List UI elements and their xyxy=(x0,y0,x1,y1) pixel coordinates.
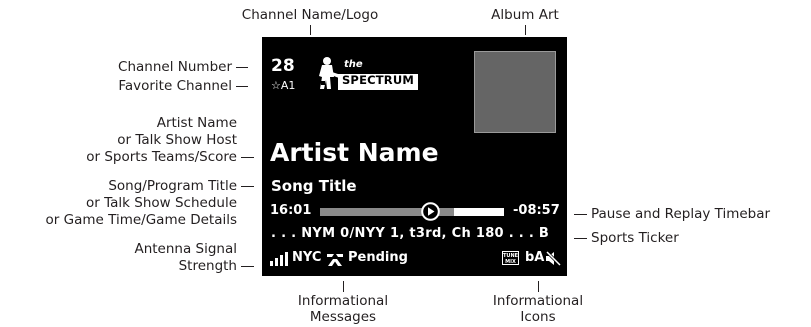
callout-artist-l2: or Talk Show Host xyxy=(117,132,237,148)
antenna-signal-icon xyxy=(270,252,288,266)
callout-ticker: Sports Ticker xyxy=(591,230,679,246)
leader-info-messages xyxy=(343,281,344,292)
leader-song xyxy=(241,186,254,187)
callout-favorite-channel: Favorite Channel xyxy=(118,78,232,94)
callout-channel-number: Channel Number xyxy=(118,59,232,75)
time-elapsed: 16:01 xyxy=(270,203,312,218)
city-label: NYC xyxy=(292,250,322,265)
leader-antenna xyxy=(241,266,254,267)
callout-antenna-l2: Strength xyxy=(178,258,237,274)
callout-info-messages-l1: Informational xyxy=(297,293,389,309)
callout-song-l2: or Talk Show Schedule xyxy=(86,195,237,211)
logo-name: SPECTRUM xyxy=(341,73,415,87)
time-remaining: -08:57 xyxy=(513,203,560,218)
callout-song-l1: Song/Program Title xyxy=(108,178,237,194)
leader-timebar xyxy=(574,214,587,215)
callout-timebar: Pause and Replay Timebar xyxy=(591,206,771,222)
song-title: Song Title xyxy=(271,177,357,195)
leader-channel-number xyxy=(236,67,248,68)
callout-artist-l1: Artist Name xyxy=(156,115,237,131)
timebar-buffer[interactable] xyxy=(454,208,504,216)
leader-info-icons xyxy=(538,281,539,292)
callout-channel-logo: Channel Name/Logo xyxy=(241,7,379,23)
callout-antenna-l1: Antenna Signal xyxy=(134,241,237,257)
callout-album-art: Album Art xyxy=(491,7,559,23)
callout-info-icons-l1: Informational xyxy=(492,293,584,309)
status-message: Pending xyxy=(348,250,408,265)
favorite-channel: ☆A1 xyxy=(271,79,296,92)
channel-number: 28 xyxy=(271,56,295,76)
play-icon[interactable] xyxy=(421,202,440,221)
leader-ticker xyxy=(574,238,587,239)
callout-info-icons-l2: Icons xyxy=(520,309,556,325)
logo-the: the xyxy=(344,59,363,70)
artist-name: Artist Name xyxy=(270,138,439,167)
leader-artist xyxy=(241,157,254,158)
callout-info-messages-l2: Messages xyxy=(309,309,377,325)
mute-speaker-icon xyxy=(545,251,561,266)
tunemix-icon: TUNE MIX xyxy=(502,251,519,265)
callout-song-l3: or Game Time/Game Details xyxy=(45,212,237,228)
leader-album-art xyxy=(525,25,526,35)
leader-favorite-channel xyxy=(236,86,248,87)
album-art xyxy=(474,51,556,133)
traffic-weather-icon xyxy=(327,254,343,266)
sports-ticker: . . . NYM 0/NYY 1, t3rd, Ch 180 . . . B xyxy=(271,226,550,241)
audio-mode-indicator: bA xyxy=(525,250,545,265)
leader-channel-logo xyxy=(310,25,311,35)
radio-display-screen: 28 ☆A1 the SPECTRUM Artist Name Song Tit… xyxy=(262,37,567,276)
callout-artist-l3: or Sports Teams/Score xyxy=(86,149,237,165)
